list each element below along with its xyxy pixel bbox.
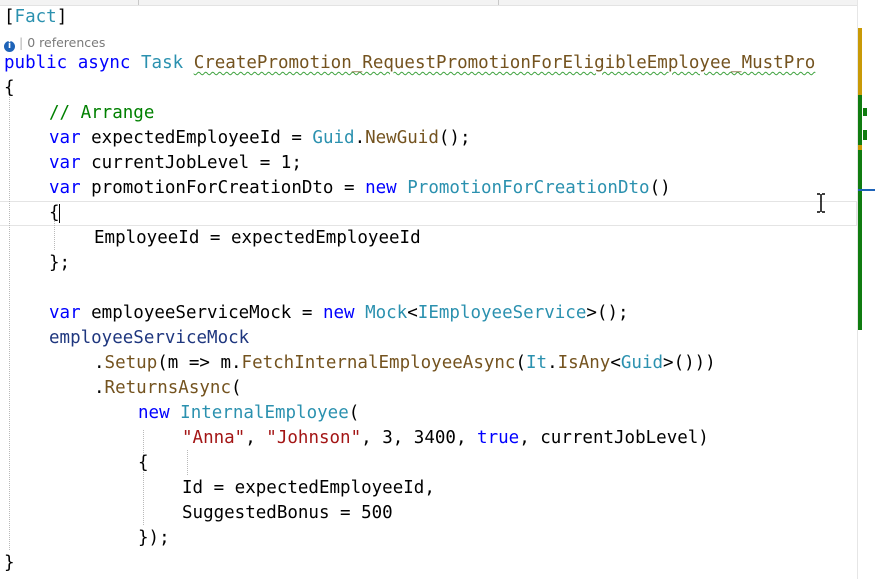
code-line-setup: .Setup(m => m.FetchInternalEmployeeAsync… [94,353,716,373]
indent-guide [143,430,144,525]
code-line-1: [Fact] [4,7,68,27]
code-line-expected-id: var expectedEmployeeId = Guid.NewGuid(); [49,128,471,148]
code-line-job-level: var currentJobLevel = 1; [49,153,302,173]
attribute-name: Fact [14,7,57,27]
indent-guide [187,450,188,475]
code-line-mock-ref: employeeServiceMock [49,328,250,348]
code-line-initializer-open: { [49,203,60,223]
code-line-employee-id: EmployeeId = expectedEmployeeId [94,228,421,248]
indent-guide [9,81,10,550]
scroll-marker-saved [858,95,862,145]
code-line-id: Id = expectedEmployeeId, [182,478,435,498]
scroll-caret-marker [858,189,875,191]
text-caret [59,204,60,223]
scroll-marker-saved [863,130,867,140]
code-editor[interactable]: [Fact] i | 0 references public async Task … [0,5,858,579]
scroll-marker-saved [863,108,867,116]
code-line-suggested-bonus: SuggestedBonus = 500 [182,503,393,523]
ibeam-cursor-icon [817,193,825,213]
code-line-promotion-dto: var promotionForCreationDto = new Promot… [49,178,671,198]
code-line-open-brace: { [4,78,15,98]
code-line-initializer-close: }; [49,253,71,273]
code-line-close-brace: } [4,553,15,573]
scroll-marker-saved [858,150,862,330]
code-line-constructor-args: "Anna", "Johnson", 3, 3400, true, curren… [182,428,709,448]
references-link[interactable]: 0 references [27,35,105,50]
vertical-scrollbar[interactable] [857,0,875,579]
code-line-object-init-open: { [138,453,149,473]
code-line-object-init-close: }); [138,528,170,548]
code-line-service-mock: var employeeServiceMock = new Mock<IEmpl… [49,303,629,323]
method-name: CreatePromotion_RequestPromotionForEligi… [193,53,816,73]
code-line-new-internal-employee: new InternalEmployee( [138,403,360,423]
code-line-comment: // Arrange [49,103,155,123]
code-line-method-signature: public async Task CreatePromotion_Reques… [4,53,816,73]
current-line-highlight [0,201,857,226]
code-lens[interactable]: i | 0 references [4,34,105,52]
code-line-returns-async: .ReturnsAsync( [94,378,242,398]
